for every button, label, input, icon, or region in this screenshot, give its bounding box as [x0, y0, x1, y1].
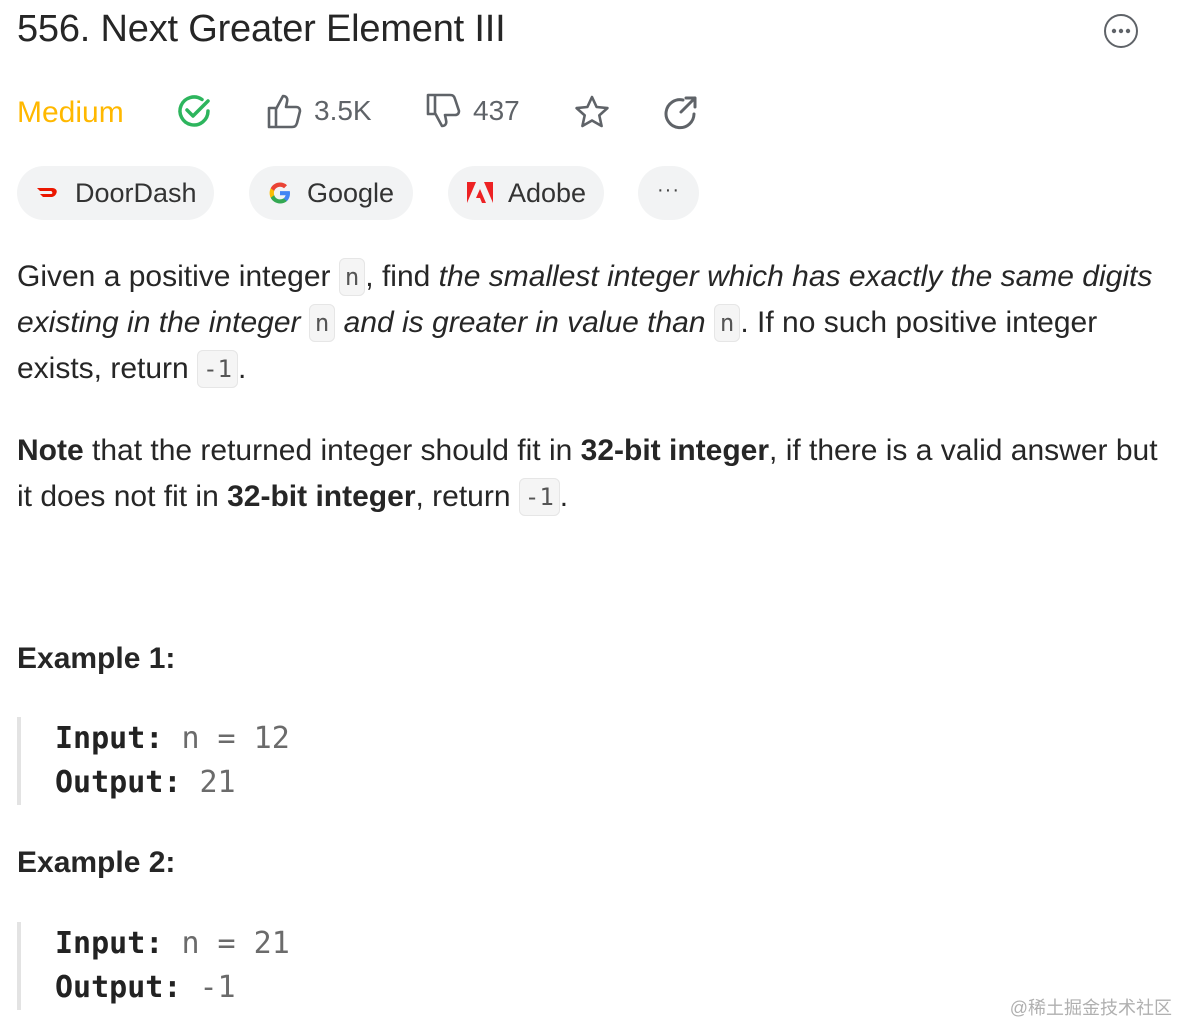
- problem-title: 556. Next Greater Element III: [17, 8, 506, 50]
- tag-adobe[interactable]: Adobe: [448, 166, 604, 220]
- output-label: Output:: [55, 765, 182, 800]
- problem-description: Given a positive integer n, find the sma…: [17, 254, 1162, 556]
- difficulty-badge: Medium: [17, 96, 124, 129]
- output-value: 21: [199, 765, 236, 800]
- example-input-line: Input: n = 21: [55, 922, 617, 966]
- bold-text: Note: [17, 434, 84, 467]
- inline-code: n: [713, 304, 741, 342]
- example-output-line: Output: 21: [55, 761, 617, 805]
- watermark: @稀土掘金技术社区: [1009, 998, 1172, 1018]
- input-value: n = 12: [181, 721, 290, 756]
- thumbs-down-icon: [426, 93, 461, 128]
- text: .: [559, 480, 569, 513]
- text: Given a positive integer: [17, 260, 339, 293]
- dislikes-count: 437: [473, 95, 520, 126]
- adobe-logo-icon: [466, 181, 494, 205]
- text: that the returned integer should fit in: [83, 434, 581, 467]
- input-label: Input:: [55, 721, 164, 756]
- favorite-star-icon[interactable]: [573, 94, 611, 130]
- example-1-title: Example 1:: [17, 642, 176, 675]
- dislike-button[interactable]: 437: [425, 92, 520, 130]
- bold-text: 32-bit integer: [227, 480, 416, 513]
- emphasis-text: and is greater in value than: [335, 306, 714, 339]
- doordash-logo-icon: [35, 183, 61, 203]
- tag-more-button[interactable]: ···: [638, 166, 699, 220]
- example-2-block: Input: n = 21 Output: -1: [17, 922, 617, 1010]
- description-paragraph-1: Given a positive integer n, find the sma…: [17, 254, 1162, 392]
- description-paragraph-2: Note that the returned integer should fi…: [17, 428, 1162, 520]
- example-input-line: Input: n = 12: [55, 717, 617, 761]
- like-button[interactable]: 3.5K: [266, 92, 372, 130]
- tag-label: Adobe: [508, 177, 587, 208]
- more-icon: ···: [657, 178, 680, 201]
- example-1-block: Input: n = 12 Output: 21: [17, 717, 617, 805]
- problem-page: 556. Next Greater Element III Medium 3.5…: [0, 0, 1180, 1026]
- problem-meta-row: Medium 3.5K 437: [17, 92, 1167, 136]
- tag-doordash[interactable]: DoorDash: [17, 166, 214, 220]
- input-label: Input:: [55, 926, 164, 961]
- tag-google[interactable]: Google: [249, 166, 413, 220]
- inline-code: n: [338, 258, 366, 296]
- input-value: n = 21: [181, 926, 290, 961]
- solved-check-icon: [175, 92, 213, 130]
- share-icon[interactable]: [662, 93, 700, 131]
- more-options-icon[interactable]: [1104, 14, 1138, 48]
- tag-label: Google: [307, 177, 395, 208]
- inline-code: -1: [518, 478, 560, 516]
- text: .: [237, 352, 247, 385]
- text: , return: [415, 480, 519, 513]
- output-value: -1: [199, 970, 236, 1005]
- likes-count: 3.5K: [314, 95, 372, 126]
- bold-text: 32-bit integer: [580, 434, 770, 467]
- example-2-title: Example 2:: [17, 846, 176, 879]
- inline-code: n: [308, 304, 336, 342]
- tag-label: DoorDash: [75, 177, 197, 208]
- inline-code: -1: [197, 350, 238, 388]
- google-logo-icon: [267, 180, 293, 206]
- thumbs-up-icon: [267, 94, 302, 129]
- example-output-line: Output: -1: [55, 966, 617, 1010]
- text: , find: [365, 260, 439, 293]
- output-label: Output:: [55, 970, 182, 1005]
